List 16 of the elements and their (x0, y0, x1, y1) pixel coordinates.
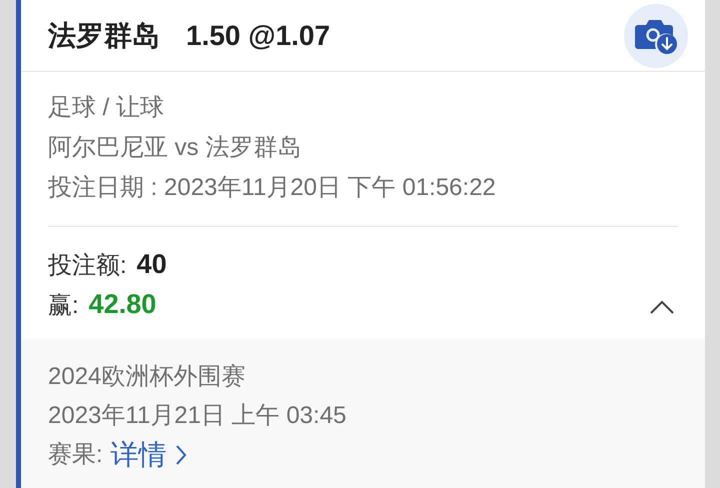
sport-text: 足球 / 让球 (48, 93, 166, 123)
chevron-up-icon (649, 299, 675, 315)
details-link[interactable]: 详情 (110, 435, 167, 474)
bet-date-text: 投注日期 : 2023年11月20日 下午 01:56:22 (48, 173, 497, 203)
selection-title: 法罗群岛 (48, 18, 160, 52)
stake-label: 投注额: (48, 251, 127, 281)
win-label: 赢: (48, 291, 79, 321)
collapse-toggle[interactable] (649, 299, 675, 315)
stake-amount: 40 (136, 248, 167, 281)
chevron-right-icon (174, 444, 187, 466)
match-text: 阿尔巴尼亚 vs 法罗群岛 (48, 133, 302, 163)
result-label: 赛果: (48, 440, 103, 470)
odds-text: 1.50 @1.07 (186, 18, 330, 52)
win-amount: 42.80 (88, 288, 156, 321)
match-time-text: 2023年11月21日 上午 03:45 (48, 401, 348, 431)
league-text: 2024欧洲杯外围赛 (48, 362, 246, 392)
